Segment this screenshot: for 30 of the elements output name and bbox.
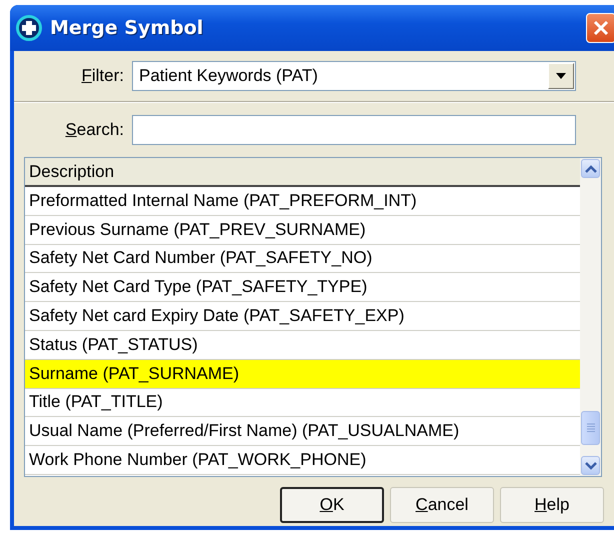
close-button[interactable] [586,13,614,43]
dropdown-button[interactable] [548,63,574,89]
search-field[interactable] [132,115,576,145]
filter-label: Filter: [80,66,125,86]
list-row[interactable]: Usual Name (Preferred/First Name) (PAT_USUALNAME) [25,417,580,446]
scrollbar[interactable] [580,158,601,476]
grip-icon [586,423,596,433]
caret-icon [556,73,566,79]
scroll-down-button[interactable] [581,456,600,475]
chevron-down-icon [584,462,596,470]
dialog-button[interactable]: OK [280,487,384,523]
filter-dropdown[interactable]: Patient Keywords (PAT) [132,61,576,91]
search-label: Search: [64,120,125,140]
list-row[interactable]: Title (PAT_TITLE) [25,388,580,418]
scroll-thumb[interactable] [581,411,600,445]
list-row[interactable]: Safety Net Card Type (PAT_SAFETY_TYPE) [25,273,580,302]
list-row[interactable]: Surname (PAT_SURNAME) [25,360,580,389]
close-icon [592,19,610,37]
dialog-button[interactable]: Help [500,487,604,523]
list-row[interactable]: Preformatted Internal Name (PAT_PREFORM_INT) [25,187,580,216]
list-row[interactable]: Previous Surname (PAT_PREV_SURNAME) [25,216,580,245]
window-title: Merge Symbol [50,17,204,39]
app-icon [16,15,42,41]
dialog-button[interactable]: Cancel [390,487,494,523]
list-row[interactable]: Safety Net Card Number (PAT_SAFETY_NO) [25,244,580,274]
scroll-up-button[interactable] [581,159,600,178]
column-header[interactable]: Description [25,158,580,187]
chevron-up-icon [584,164,596,172]
list-row[interactable]: Safety Net card Expiry Date (PAT_SAFETY_EXP) [25,302,580,331]
list-row[interactable]: Work Phone Number (PAT_WORK_PHONE) [25,446,580,475]
